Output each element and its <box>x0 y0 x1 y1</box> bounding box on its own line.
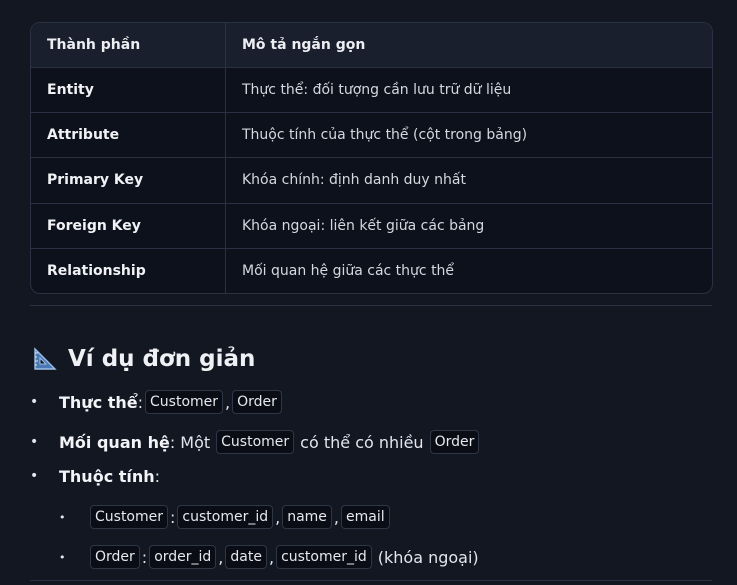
component-description: Thực thể: đối tượng cần lưu trữ dữ liệu <box>225 67 712 114</box>
component-name: Foreign Key <box>31 203 226 249</box>
item-text: (khóa ngoại) <box>377 547 479 567</box>
inline-code: email <box>341 505 390 529</box>
item-text: , <box>225 392 231 412</box>
inline-code: date <box>225 545 267 569</box>
item-text: : Một <box>169 432 211 452</box>
inline-code: Customer <box>145 390 224 414</box>
item-text: , <box>218 547 224 567</box>
component-description: Khóa chính: định danh duy nhất <box>225 157 712 204</box>
item-text: , <box>275 507 281 527</box>
table-row: Attribute Thuộc tính của thực thể (cột t… <box>31 112 712 159</box>
inline-code: customer_id <box>276 545 372 569</box>
table-row: Primary Key Khóa chính: định danh duy nh… <box>31 157 712 204</box>
item-text: , <box>268 547 275 567</box>
divider <box>30 305 712 306</box>
item-label: Thuộc tính <box>59 466 155 486</box>
bullet-dot: • <box>59 550 66 564</box>
inline-code: customer_id <box>177 505 274 529</box>
inline-code: Order <box>429 430 480 454</box>
inline-code: Customer <box>216 430 295 454</box>
bullet-dot: • <box>30 434 39 450</box>
sub-list-item: • Order : order_id , date , customer_id … <box>59 545 479 569</box>
divider <box>30 580 712 581</box>
table-row: Entity Thực thể: đối tượng cần lưu trữ d… <box>31 67 712 114</box>
item-text: : <box>137 392 144 412</box>
section-heading: Ví dụ đơn giản <box>32 342 255 376</box>
column-header-description: Mô tả ngắn gọn <box>225 23 712 68</box>
component-description: Thuộc tính của thực thể (cột trong bảng) <box>225 112 712 159</box>
item-text: : <box>154 466 161 486</box>
bullet-dot: • <box>30 394 39 410</box>
inline-code: order_id <box>149 545 217 569</box>
list-item: • Thuộc tính : <box>30 464 160 488</box>
components-table: Thành phần Mô tả ngắn gọn Entity Thực th… <box>30 22 713 294</box>
inline-code: Order <box>90 545 140 569</box>
inline-code: name <box>282 505 332 529</box>
item-label: Mối quan hệ <box>59 432 170 452</box>
list-item: • Thực thể : Customer , Order <box>30 390 284 414</box>
triangular-ruler-icon <box>32 346 58 372</box>
component-description: Mối quan hệ giữa các thực thể <box>242 262 455 279</box>
inline-code: Order <box>232 390 282 414</box>
inline-code: Customer <box>90 505 169 529</box>
table-header-row: Thành phần Mô tả ngắn gọn <box>31 23 712 68</box>
section-title: Ví dụ đơn giản <box>68 346 256 372</box>
component-name: Relationship <box>31 248 226 293</box>
list-item: • Mối quan hệ : Một Customer có thể có n… <box>30 430 481 454</box>
table-row: Relationship Mối quan hệ giữa các thực t… <box>31 248 712 293</box>
bullet-dot: • <box>30 468 39 484</box>
item-text: , <box>333 507 339 527</box>
component-description: Khóa ngoại: liên kết giữa các bảng <box>225 203 712 249</box>
component-name: Entity <box>31 67 226 114</box>
item-text: có thể có nhiều <box>300 432 424 452</box>
column-header-component: Thành phần <box>31 23 226 68</box>
item-label: Thực thể <box>59 392 138 412</box>
component-name: Attribute <box>31 112 226 159</box>
component-name: Primary Key <box>31 157 226 204</box>
item-text: : <box>170 507 176 527</box>
item-text: : <box>141 547 148 567</box>
sub-list-item: • Customer : customer_id , name , email <box>59 505 392 529</box>
bullet-dot: • <box>59 510 66 524</box>
table-row: Foreign Key Khóa ngoại: liên kết giữa cá… <box>31 203 712 249</box>
